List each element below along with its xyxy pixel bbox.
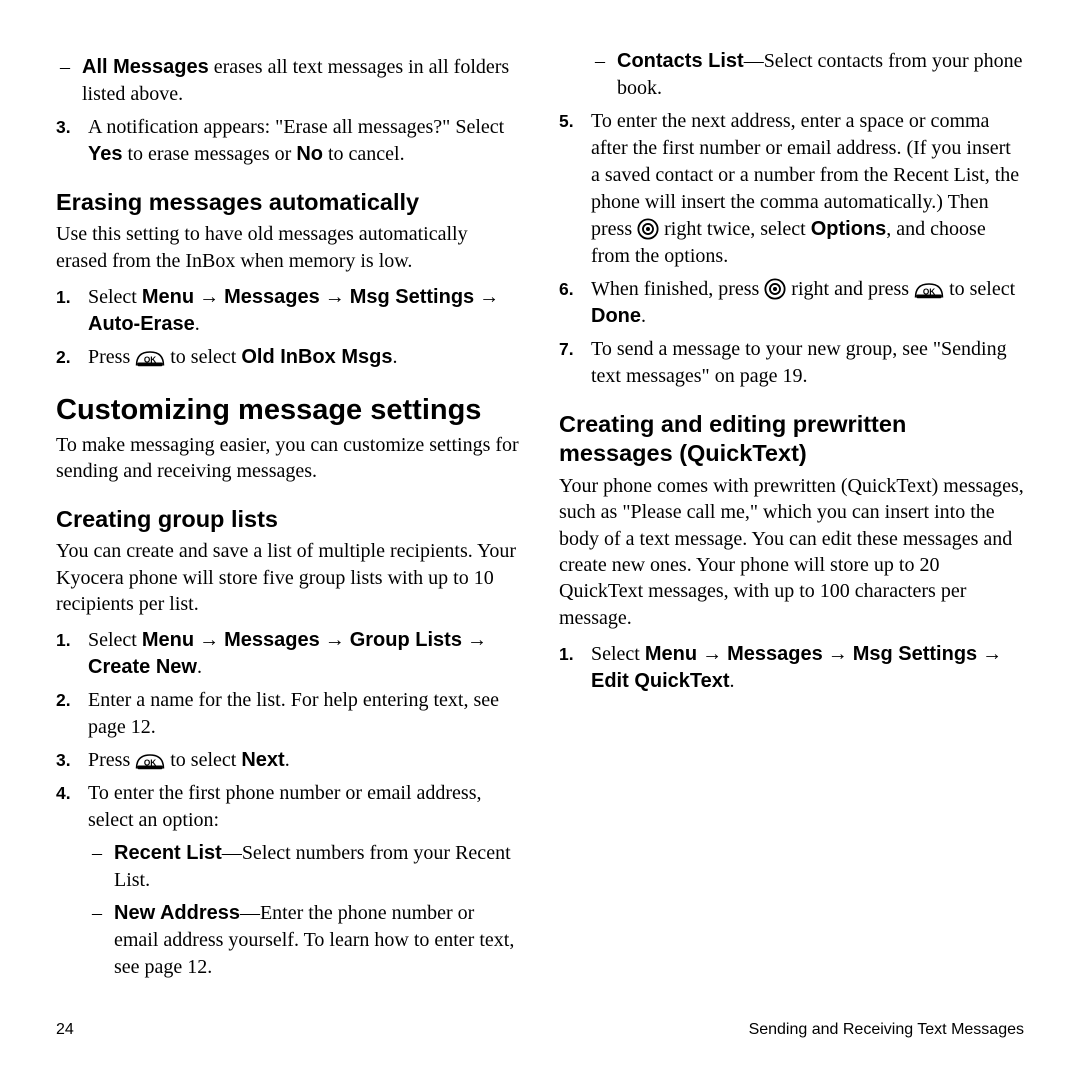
paragraph: You can create and save a list of multip… [56, 538, 521, 617]
arrow-icon: → [467, 629, 487, 651]
step-number: 2. [56, 687, 71, 713]
dash-label: Contacts List [617, 50, 744, 72]
list-item: 5. To enter the next address, enter a sp… [559, 108, 1024, 270]
menu-path: Create New [88, 656, 197, 678]
ok-key-icon [914, 280, 944, 298]
step-text: Select [88, 286, 142, 308]
menu-path: Msg Settings [853, 643, 977, 665]
paragraph: Use this setting to have old messages au… [56, 221, 521, 274]
step-text: to select [165, 749, 241, 771]
inline-bold: Old InBox Msgs [241, 346, 392, 368]
step-number: 3. [56, 747, 71, 773]
ok-key-icon [135, 348, 165, 366]
menu-path: Menu [645, 643, 697, 665]
dash-label: New Address [114, 902, 240, 924]
step-text: right twice, select [659, 218, 811, 240]
step-number: 4. [56, 780, 71, 806]
arrow-icon: → [828, 643, 848, 665]
step-text: . [641, 305, 646, 327]
paragraph: To make messaging easier, you can custom… [56, 432, 521, 485]
continued-steps: 3. A notification appears: "Erase all me… [56, 114, 521, 168]
menu-path: Messages [224, 629, 320, 651]
continued-dash-list: All Messages erases all text messages in… [56, 54, 521, 108]
arrow-icon: → [199, 286, 219, 308]
page-number: 24 [56, 1022, 74, 1038]
list-item: Contacts List—Select contacts from your … [591, 48, 1024, 102]
heading-group-lists: Creating group lists [56, 505, 521, 534]
heading-customizing: Customizing message settings [56, 393, 521, 428]
step-text: to select [165, 346, 241, 368]
arrow-icon: → [702, 643, 722, 665]
inline-bold: Options [811, 218, 887, 240]
menu-path: Messages [224, 286, 320, 308]
menu-path: Menu [142, 286, 194, 308]
inline-bold: Done [591, 305, 641, 327]
auto-erase-steps: 1. Select Menu → Messages → Msg Settings… [56, 284, 521, 371]
step-text: Select [591, 643, 645, 665]
step-text: When finished, press [591, 278, 764, 300]
menu-path: Group Lists [350, 629, 462, 651]
list-item: 1. Select Menu → Messages → Group Lists … [56, 627, 521, 681]
inline-bold: Next [241, 749, 284, 771]
step-number: 1. [56, 284, 71, 310]
list-item: 1. Select Menu → Messages → Msg Settings… [559, 641, 1024, 695]
menu-path: Auto-Erase [88, 313, 195, 335]
list-item: 3. A notification appears: "Erase all me… [56, 114, 521, 168]
step-number: 2. [56, 344, 71, 370]
page-footer: 24 Sending and Receiving Text Messages [56, 1022, 1024, 1038]
list-item: 1. Select Menu → Messages → Msg Settings… [56, 284, 521, 338]
menu-path: Edit QuickText [591, 670, 730, 692]
step-text: to erase messages or [122, 143, 296, 165]
nav-key-icon [637, 218, 659, 240]
step-text: . [392, 346, 397, 368]
step-text: . [197, 656, 202, 678]
list-item: New Address—Enter the phone number or em… [88, 900, 521, 981]
step-number: 1. [559, 641, 574, 667]
heading-erasing-auto: Erasing messages automatically [56, 188, 521, 217]
list-item: 6. When finished, press right and press … [559, 276, 1024, 330]
footer-title: Sending and Receiving Text Messages [749, 1022, 1024, 1038]
paragraph: Your phone comes with prewritten (QuickT… [559, 473, 1024, 631]
menu-path: Messages [727, 643, 823, 665]
list-item: Recent List—Select numbers from your Rec… [88, 840, 521, 894]
arrow-icon: → [479, 286, 499, 308]
list-item: 7. To send a message to your new group, … [559, 336, 1024, 390]
heading-quicktext: Creating and editing prewritten messages… [559, 410, 1024, 469]
step-text: to select [944, 278, 1015, 300]
step-text: Select [88, 629, 142, 651]
step-text: A notification appears: "Erase all messa… [88, 116, 504, 138]
step-number: 3. [56, 114, 71, 140]
step-text: To enter the first phone number or email… [88, 782, 481, 831]
step-number: 1. [56, 627, 71, 653]
dash-label: All Messages [82, 56, 209, 78]
menu-path: Msg Settings [350, 286, 474, 308]
step-text: Press [88, 346, 135, 368]
step-text: To send a message to your new group, see… [591, 338, 1007, 387]
inline-bold: Yes [88, 143, 122, 165]
step-text: Press [88, 749, 135, 771]
step-text: . [195, 313, 200, 335]
list-item: 3. Press to select Next. [56, 747, 521, 774]
list-item: 2. Enter a name for the list. For help e… [56, 687, 521, 741]
list-item: 2. Press to select Old InBox Msgs. [56, 344, 521, 371]
arrow-icon: → [325, 629, 345, 651]
menu-path: Menu [142, 629, 194, 651]
ok-key-icon [135, 751, 165, 769]
list-item: All Messages erases all text messages in… [56, 54, 521, 108]
dash-label: Recent List [114, 842, 222, 864]
step-text: . [730, 670, 735, 692]
inline-bold: No [296, 143, 323, 165]
step-text: Enter a name for the list. For help ente… [88, 689, 499, 738]
step-number: 7. [559, 336, 574, 362]
step-text: to cancel. [323, 143, 405, 165]
arrow-icon: → [199, 629, 219, 651]
quicktext-steps: 1. Select Menu → Messages → Msg Settings… [559, 641, 1024, 695]
arrow-icon: → [325, 286, 345, 308]
step-number: 5. [559, 108, 574, 134]
arrow-icon: → [982, 643, 1002, 665]
step-number: 6. [559, 276, 574, 302]
step-text: right and press [786, 278, 914, 300]
step-text: . [285, 749, 290, 771]
nav-key-icon [764, 278, 786, 300]
